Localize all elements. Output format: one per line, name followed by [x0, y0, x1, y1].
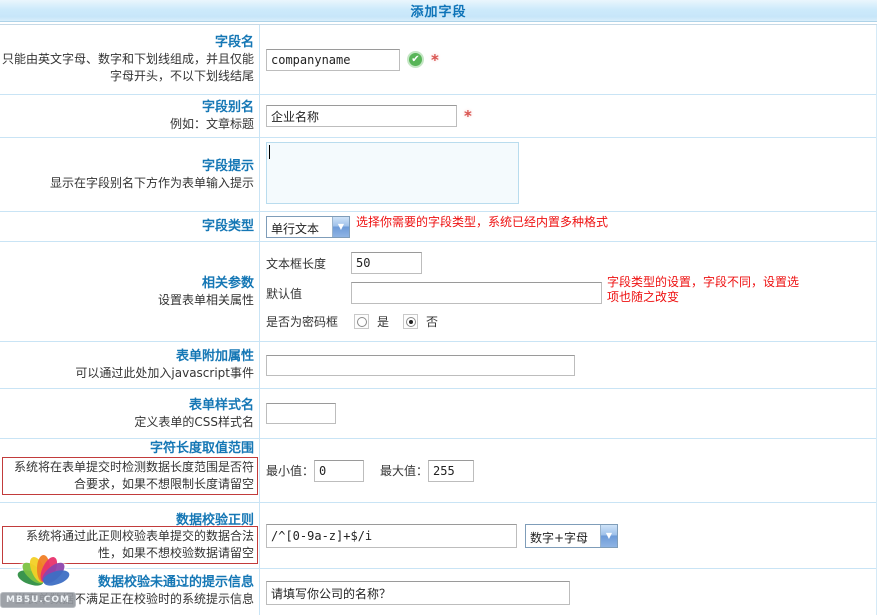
page-header: 添加字段: [0, 0, 877, 22]
field-name-input[interactable]: [266, 49, 400, 71]
regex-desc: 系统将通过此正则校验表单提交的数据合法性，如果不想校验数据请留空: [26, 529, 254, 560]
error-msg-label: 数据校验未通过的提示信息: [98, 574, 254, 591]
min-value-input[interactable]: [314, 460, 364, 482]
max-value-input[interactable]: [428, 460, 474, 482]
text-cursor: [269, 145, 270, 159]
form-attr-input[interactable]: [266, 355, 575, 376]
chevron-down-icon: ▼: [332, 217, 349, 237]
page-title: 添加字段: [410, 1, 466, 20]
textbox-length-label: 文本框长度: [266, 255, 351, 272]
watermark-text: MB5U.COM: [0, 592, 76, 608]
row-regex: 数据校验正则 系统将通过此正则校验表单提交的数据合法性，如果不想校验数据请留空 …: [0, 503, 876, 569]
length-range-label: 字符长度取值范围: [150, 440, 254, 457]
field-name-label: 字段名: [215, 34, 254, 51]
password-yes-label: 是: [377, 313, 389, 330]
row-field-type: 字段类型 单行文本 ▼ 选择你需要的字段类型，系统已经内置多种格式: [0, 212, 876, 242]
related-params-desc: 设置表单相关属性: [158, 292, 254, 309]
check-circle-icon: ✔: [407, 51, 424, 68]
field-tip-textarea[interactable]: [266, 142, 519, 204]
password-yes-radio[interactable]: [354, 314, 369, 329]
form-attr-desc: 可以通过此处加入javascript事件: [75, 365, 254, 382]
add-field-page: 添加字段 字段名 只能由英文字母、数字和下划线组成，并且仅能字母开头，不以下划线…: [0, 0, 877, 616]
form-attr-label: 表单附加属性: [176, 348, 254, 365]
form-class-input[interactable]: [266, 403, 336, 424]
error-msg-input[interactable]: [266, 581, 570, 605]
related-params-hint: 字段类型的设置，字段不同，设置选项也随之改变: [607, 275, 807, 305]
default-value-label: 默认值: [266, 285, 351, 302]
max-value-label: 最大值：: [380, 462, 428, 479]
row-error-msg: 数据校验未通过的提示信息 当表单数据不满足正在校验时的系统提示信息: [0, 569, 876, 615]
required-asterisk: *: [431, 51, 439, 69]
field-alias-desc: 例如：文章标题: [170, 116, 254, 133]
regex-desc-box: 系统将通过此正则校验表单提交的数据合法性，如果不想校验数据请留空: [2, 526, 258, 564]
field-name-desc: 只能由英文字母、数字和下划线组成，并且仅能字母开头，不以下划线结尾: [2, 51, 254, 85]
form-table: 字段名 只能由英文字母、数字和下划线组成，并且仅能字母开头，不以下划线结尾 ✔ …: [0, 25, 877, 615]
textbox-length-input[interactable]: [351, 252, 422, 274]
form-class-desc: 定义表单的CSS样式名: [134, 414, 254, 431]
regex-label: 数据校验正则: [176, 512, 254, 529]
chevron-down-icon: ▼: [600, 525, 617, 547]
password-box-label: 是否为密码框: [266, 313, 354, 330]
field-type-label: 字段类型: [202, 218, 254, 235]
password-no-radio[interactable]: [403, 314, 418, 329]
password-no-label: 否: [426, 313, 438, 330]
field-alias-input[interactable]: [266, 105, 457, 127]
default-value-input[interactable]: [351, 282, 602, 304]
form-class-label: 表单样式名: [189, 397, 254, 414]
row-field-tip: 字段提示 显示在字段别名下方作为表单输入提示: [0, 138, 876, 212]
field-tip-label: 字段提示: [202, 158, 254, 175]
field-type-hint: 选择你需要的字段类型，系统已经内置多种格式: [356, 215, 608, 230]
field-type-select-value: 单行文本: [267, 217, 325, 237]
regex-preset-select[interactable]: 数字+字母 ▼: [525, 524, 618, 548]
row-form-class: 表单样式名 定义表单的CSS样式名: [0, 389, 876, 439]
field-type-select[interactable]: 单行文本 ▼: [266, 216, 350, 238]
row-length-range: 字符长度取值范围 系统将在表单提交时检测数据长度范围是否符合要求，如果不想限制长…: [0, 439, 876, 503]
field-tip-desc: 显示在字段别名下方作为表单输入提示: [50, 175, 254, 192]
regex-preset-value: 数字+字母: [526, 525, 594, 547]
row-field-name: 字段名 只能由英文字母、数字和下划线组成，并且仅能字母开头，不以下划线结尾 ✔ …: [0, 25, 876, 95]
regex-input[interactable]: [266, 524, 517, 548]
required-asterisk: *: [464, 107, 472, 125]
field-alias-label: 字段别名: [202, 99, 254, 116]
row-field-alias: 字段别名 例如：文章标题 *: [0, 95, 876, 138]
min-value-label: 最小值：: [266, 462, 314, 479]
row-form-attr: 表单附加属性 可以通过此处加入javascript事件: [0, 342, 876, 389]
related-params-label: 相关参数: [202, 275, 254, 292]
row-related-params: 相关参数 设置表单相关属性 文本框长度 默认值 字段类型的设置，字段不同，设置选…: [0, 242, 876, 342]
length-range-desc: 系统将在表单提交时检测数据长度范围是否符合要求，如果不想限制长度请留空: [14, 460, 254, 491]
length-range-desc-box: 系统将在表单提交时检测数据长度范围是否符合要求，如果不想限制长度请留空: [2, 457, 258, 495]
